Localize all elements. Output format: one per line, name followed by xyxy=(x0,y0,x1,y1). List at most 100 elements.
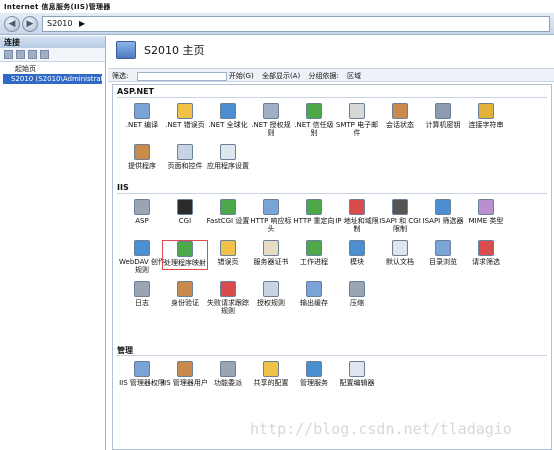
feature-item[interactable]: IP 地址和域限制 xyxy=(334,199,380,233)
feature-item[interactable]: CGI xyxy=(162,199,208,225)
connections-header: 连接 xyxy=(0,36,105,48)
section-title: 管理 xyxy=(117,345,547,356)
feature-icon xyxy=(134,144,150,160)
feature-label: 会话状态 xyxy=(386,121,414,129)
start-button[interactable]: 开始(G) xyxy=(229,72,254,80)
feature-item[interactable]: MIME 类型 xyxy=(463,199,509,225)
forward-icon[interactable]: ▶ xyxy=(22,16,38,32)
address-segment[interactable]: S2010 xyxy=(47,19,72,28)
feature-item[interactable]: IIS 管理器权限 xyxy=(119,361,165,387)
feature-item[interactable]: 压缩 xyxy=(334,281,380,307)
feature-icon xyxy=(134,281,150,297)
feature-item[interactable]: 计算机密钥 xyxy=(420,103,466,129)
feature-label: .NET 信任级别 xyxy=(294,121,334,137)
window-title: Internet 信息服务(IIS)管理器 xyxy=(0,0,554,13)
feature-item[interactable]: 输出缓存 xyxy=(291,281,337,307)
feature-item[interactable]: 应用程序设置 xyxy=(205,144,251,170)
feature-label: IIS 管理器用户 xyxy=(162,379,208,387)
feature-item[interactable]: .NET 全球化 xyxy=(205,103,251,129)
group-label: 分组依据: xyxy=(308,72,339,80)
feature-item[interactable]: .NET 编译 xyxy=(119,103,165,129)
connections-tree: 起始页 S2010 (S2010\Administrator) xyxy=(0,62,105,86)
feature-icon xyxy=(392,199,408,215)
main-panel: S2010 主页 筛选: 开始(G) 全部显示(A) 分组依据: 区域 ASP.… xyxy=(108,36,554,450)
feature-item[interactable]: 共享的配置 xyxy=(248,361,294,387)
feature-item[interactable]: 提供程序 xyxy=(119,144,165,170)
feature-icon xyxy=(306,281,322,297)
feature-item[interactable]: 页面和控件 xyxy=(162,144,208,170)
feature-item[interactable]: 工作进程 xyxy=(291,240,337,266)
feature-item[interactable]: WebDAV 创作规则 xyxy=(119,240,165,274)
feature-item[interactable]: 会话状态 xyxy=(377,103,423,129)
feature-item[interactable]: 配置编辑器 xyxy=(334,361,380,387)
up-icon[interactable] xyxy=(28,50,37,59)
feature-item[interactable]: 模块 xyxy=(334,240,380,266)
feature-label: 工作进程 xyxy=(300,258,328,266)
feature-icon xyxy=(263,240,279,256)
feature-label: 计算机密钥 xyxy=(425,121,461,129)
disconnect-icon[interactable] xyxy=(40,50,49,59)
group-select[interactable]: 区域 xyxy=(347,72,361,80)
feature-item[interactable]: ISAPI 和 CGI 限制 xyxy=(377,199,423,233)
tree-item-server[interactable]: S2010 (S2010\Administrator) xyxy=(3,74,102,84)
feature-item[interactable]: 服务器证书 xyxy=(248,240,294,266)
feature-label: 配置编辑器 xyxy=(339,379,375,387)
feature-icon xyxy=(349,240,365,256)
feature-label: HTTP 重定向 xyxy=(293,217,335,225)
feature-icon xyxy=(306,199,322,215)
page-title: S2010 主页 xyxy=(144,44,205,57)
feature-label: 提供程序 xyxy=(128,162,156,170)
feature-item[interactable]: 身份验证 xyxy=(162,281,208,307)
feature-icon xyxy=(134,361,150,377)
address-arrow[interactable]: ▶ xyxy=(79,19,85,28)
feature-icon xyxy=(177,103,193,119)
feature-icon xyxy=(220,361,236,377)
filter-label: 筛选: xyxy=(112,72,129,80)
feature-item[interactable]: 失败请求跟踪规则 xyxy=(205,281,251,315)
feature-item[interactable]: .NET 信任级别 xyxy=(291,103,337,137)
feature-label: ASP xyxy=(135,217,149,225)
address-box[interactable]: S2010 ▶ xyxy=(42,16,550,32)
feature-item[interactable]: ISAPI 筛选器 xyxy=(420,199,466,225)
feature-label: WebDAV 创作规则 xyxy=(119,258,165,274)
feature-item[interactable]: FastCGI 设置 xyxy=(205,199,251,225)
feature-label: 共享的配置 xyxy=(253,379,289,387)
feature-label: 应用程序设置 xyxy=(207,162,249,170)
feature-area: ASP.NET .NET 编译 .NET 错误页 .NET 全球化 .NET 授权规则.… xyxy=(112,84,552,450)
feature-item[interactable]: 错误页 xyxy=(205,240,251,266)
tree-item-start-page[interactable]: 起始页 xyxy=(3,64,102,74)
feature-label: 压缩 xyxy=(350,299,364,307)
show-all-button[interactable]: 全部显示(A) xyxy=(262,72,300,80)
feature-item[interactable]: .NET 授权规则 xyxy=(248,103,294,137)
feature-item[interactable]: ASP xyxy=(119,199,165,225)
feature-icon xyxy=(220,240,236,256)
feature-item[interactable]: 处理程序映射 xyxy=(162,240,208,270)
feature-label: 请求筛选 xyxy=(472,258,500,266)
feature-item[interactable]: 功能委派 xyxy=(205,361,251,387)
feature-item[interactable]: 连接字符串 xyxy=(463,103,509,129)
feature-item[interactable]: 管理服务 xyxy=(291,361,337,387)
feature-item[interactable]: HTTP 重定向 xyxy=(291,199,337,225)
feature-item[interactable]: SMTP 电子邮件 xyxy=(334,103,380,137)
section-title: ASP.NET xyxy=(117,87,547,98)
feature-item[interactable]: .NET 错误页 xyxy=(162,103,208,129)
feature-icon xyxy=(349,103,365,119)
feature-icon xyxy=(220,199,236,215)
feature-label: 身份验证 xyxy=(171,299,199,307)
feature-label: 处理程序映射 xyxy=(164,259,206,267)
feature-item[interactable]: 目录浏览 xyxy=(420,240,466,266)
connect-icon[interactable] xyxy=(4,50,13,59)
filter-input[interactable] xyxy=(136,71,227,81)
feature-item[interactable]: 请求筛选 xyxy=(463,240,509,266)
feature-icon xyxy=(263,199,279,215)
back-icon[interactable]: ◀ xyxy=(4,16,20,32)
feature-item[interactable]: 日志 xyxy=(119,281,165,307)
feature-item[interactable]: IIS 管理器用户 xyxy=(162,361,208,387)
feature-item[interactable]: 授权规则 xyxy=(248,281,294,307)
section-title: IIS xyxy=(117,183,547,194)
feature-icon xyxy=(263,361,279,377)
feature-item[interactable]: 默认文档 xyxy=(377,240,423,266)
feature-item[interactable]: HTTP 响应标头 xyxy=(248,199,294,233)
feature-icon xyxy=(478,240,494,256)
save-icon[interactable] xyxy=(16,50,25,59)
